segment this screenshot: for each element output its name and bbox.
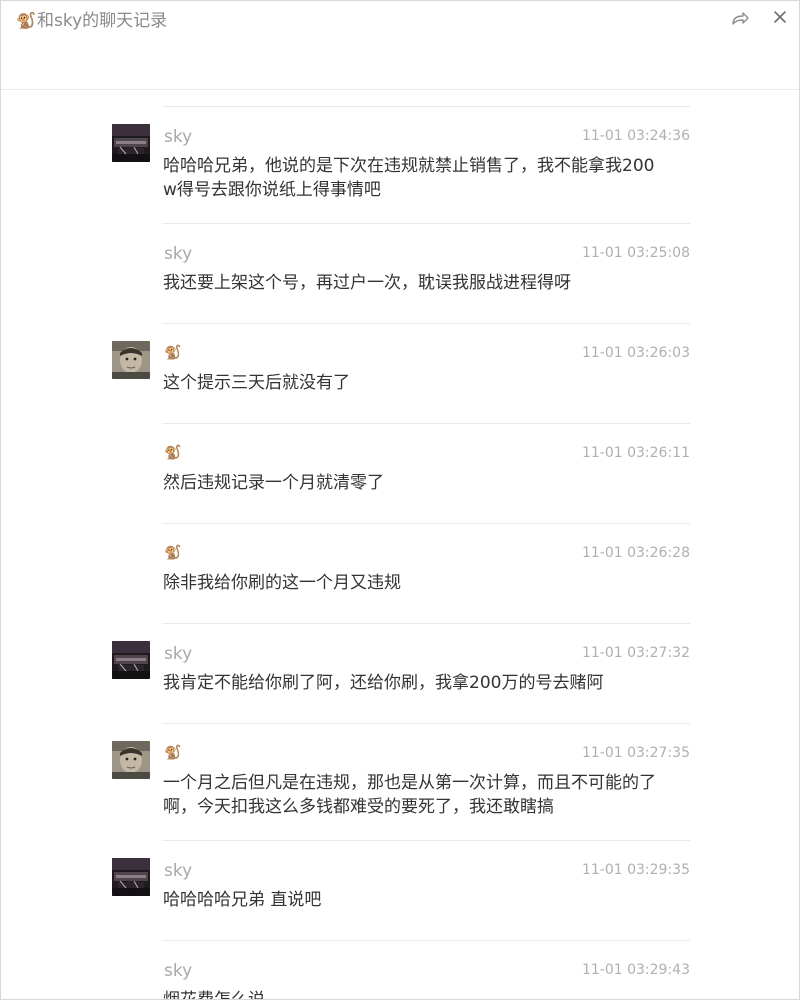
- message-text: 哈哈哈哈兄弟 直说吧: [163, 890, 322, 910]
- message-sender: 🐒: [164, 445, 182, 461]
- message-text: 这个提示三天后就没有了: [163, 373, 350, 393]
- message-text: 然后违规记录一个月就清零了: [163, 473, 384, 493]
- message-separator: [163, 840, 690, 841]
- message-separator: [163, 723, 690, 724]
- message-text: 烟花费怎么说: [163, 988, 663, 999]
- message-separator: [163, 423, 690, 424]
- message-sender: sky: [164, 961, 193, 981]
- message-text: 一个月之后但凡是在违规，那也是从第一次计算，而且不可能的了啊，今天扣我这么多钱都…: [163, 773, 656, 817]
- message-text: 哈哈哈兄弟，他说的是下次在违规就禁止销售了，我不能拿我200w得号去跟你说纸上得…: [163, 156, 655, 200]
- window-title: 🐒 和sky的聊天记录: [16, 11, 167, 31]
- message-timestamp: 11-01 03:27:32: [581, 645, 690, 661]
- message-timestamp: 11-01 03:29:43: [581, 962, 690, 978]
- share-button[interactable]: [727, 7, 751, 29]
- share-icon: [732, 12, 749, 25]
- message-sender: sky: [164, 127, 193, 147]
- message-timestamp: 11-01 03:25:08: [581, 245, 690, 261]
- message-timestamp: 11-01 03:24:36: [581, 128, 690, 144]
- message-sender: sky: [164, 861, 193, 881]
- sky-avatar[interactable]: [112, 858, 150, 896]
- monkey-emoji-icon: 🐒: [16, 11, 36, 30]
- message-separator: [163, 223, 690, 224]
- message-separator: [163, 106, 690, 107]
- self-avatar[interactable]: [112, 341, 150, 379]
- chat-history-window: 🐒 和sky的聊天记录 sky 11-01 03:24:36 哈哈哈兄弟，他说的是下…: [0, 0, 800, 1000]
- message-timestamp: 11-01 03:27:35: [581, 745, 690, 761]
- close-icon: [774, 11, 786, 23]
- message-timestamp: 11-01 03:29:35: [581, 862, 690, 878]
- message-separator: [163, 523, 690, 524]
- window-title-text: 和sky的聊天记录: [37, 11, 168, 31]
- message-text: 我肯定不能给你刷了阿，还给你刷，我拿200万的号去赌阿: [163, 673, 604, 693]
- close-button[interactable]: [768, 5, 792, 29]
- title-bar: 🐒 和sky的聊天记录: [1, 1, 799, 90]
- message-text: 我还要上架这个号，再过户一次，耽误我服战进程得呀: [163, 273, 571, 293]
- sky-avatar[interactable]: [112, 124, 150, 162]
- message-sender: sky: [164, 244, 193, 264]
- self-avatar[interactable]: [112, 741, 150, 779]
- message-sender: 🐒: [164, 745, 182, 761]
- message-separator: [163, 940, 690, 941]
- message-sender: sky: [164, 644, 193, 664]
- sky-avatar[interactable]: [112, 641, 150, 679]
- message-sender: 🐒: [164, 545, 182, 561]
- message-timestamp: 11-01 03:26:28: [581, 545, 690, 561]
- message-text: 除非我给你刷的这一个月又违规: [163, 573, 401, 593]
- message-timestamp: 11-01 03:26:03: [581, 345, 690, 361]
- message-sender: 🐒: [164, 345, 182, 361]
- message-separator: [163, 323, 690, 324]
- message-list[interactable]: sky 11-01 03:24:36 哈哈哈兄弟，他说的是下次在违规就禁止销售了，我…: [1, 90, 799, 999]
- message-separator: [163, 623, 690, 624]
- message-timestamp: 11-01 03:26:11: [581, 445, 690, 461]
